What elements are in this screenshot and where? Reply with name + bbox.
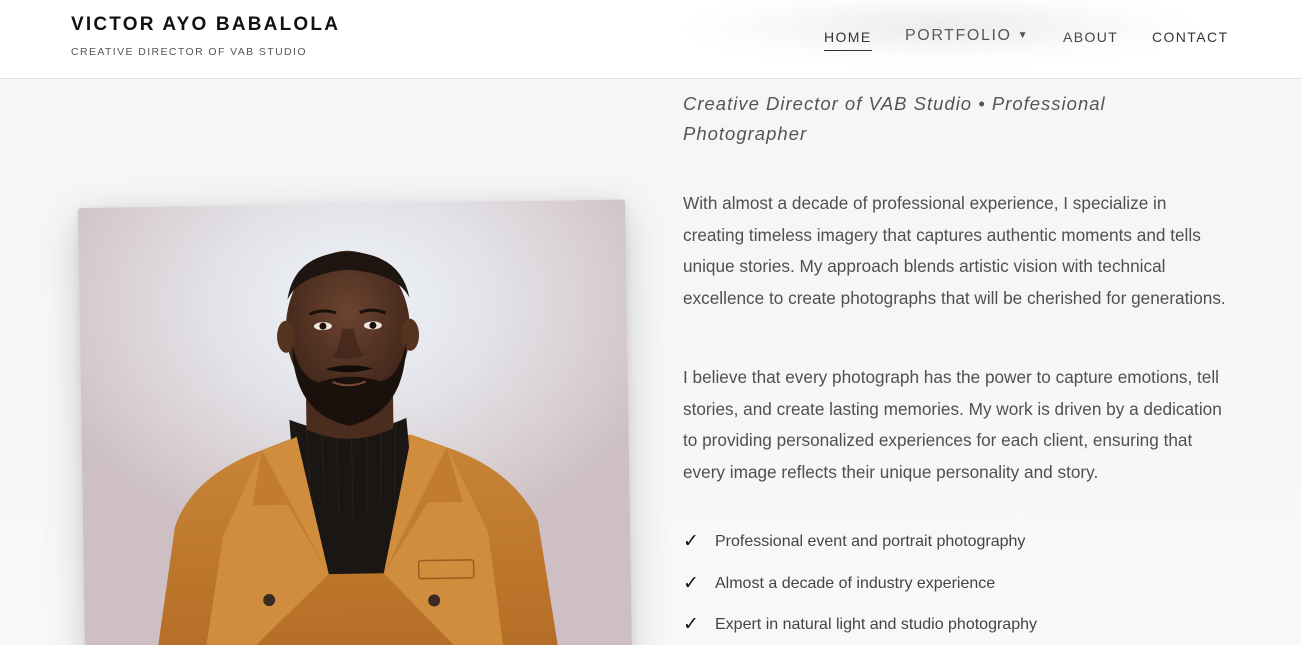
- caret-down-icon: ▼: [1017, 30, 1030, 41]
- about-paragraph-1: With almost a decade of professional exp…: [683, 193, 1226, 309]
- nav-portfolio-label: PORTFOLIO: [905, 27, 1012, 44]
- check-icon: ✓: [683, 531, 699, 552]
- nav-home-link[interactable]: HOME: [824, 29, 872, 51]
- feature-label: Professional event and portrait photogra…: [715, 533, 1026, 550]
- feature-label: Almost a decade of industry experience: [715, 574, 996, 592]
- brand-tagline: CREATIVE DIRECTOR OF VAB STUDIO: [71, 46, 307, 58]
- check-icon: ✓: [683, 572, 699, 594]
- about-subtitle: Creative Director of VAB Studio • Profes…: [683, 93, 1106, 144]
- check-icon: ✓: [683, 614, 699, 635]
- nav-contact-link[interactable]: CONTACT: [1152, 29, 1228, 45]
- nav-about-link[interactable]: ABOUT: [1063, 29, 1118, 45]
- feature-label: Expert in natural light and studio photo…: [715, 616, 1037, 633]
- brand-name[interactable]: VICTOR AYO BABALOLA: [71, 14, 340, 36]
- portrait-photo: [78, 199, 633, 645]
- site-header: VICTOR AYO BABALOLA CREATIVE DIRECTOR OF…: [0, 0, 1301, 79]
- nav-portfolio-link[interactable]: PORTFOLIO ▼: [905, 27, 1029, 45]
- portrait-illustration: [155, 250, 561, 645]
- about-paragraph-2: I believe that every photograph has the …: [683, 367, 1222, 483]
- page: VICTOR AYO BABALOLA CREATIVE DIRECTOR OF…: [0, 0, 1301, 645]
